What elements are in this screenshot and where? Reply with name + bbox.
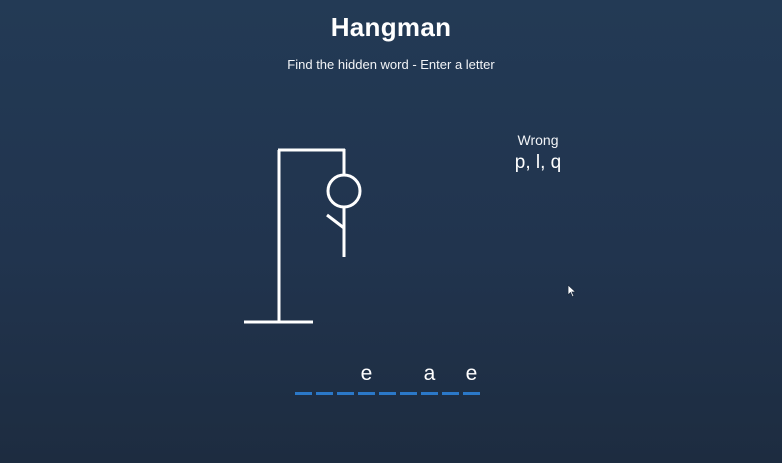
letter-slot-underline [463, 392, 480, 395]
letter-slot [294, 360, 315, 400]
hidden-word: eae [294, 360, 483, 400]
wrong-letters-panel: Wrong p, l, q [488, 132, 588, 174]
hangman-figure [244, 148, 362, 324]
letter-slot-underline [316, 392, 333, 395]
letter-slot-letter: e [360, 362, 373, 385]
hangman-left-arm [326, 213, 345, 230]
game-container: Hangman Find the hidden word - Enter a l… [0, 0, 782, 463]
letter-slot-underline [358, 392, 375, 395]
letter-slot-letter: e [465, 362, 478, 385]
letter-slot [399, 360, 420, 400]
wrong-letters-label: Wrong [517, 132, 559, 148]
hangman-head [326, 173, 362, 209]
letter-slot [441, 360, 462, 400]
letter-slot: e [462, 360, 483, 400]
letter-slot-underline [337, 392, 354, 395]
wrong-letters-list: p, l, q [514, 152, 562, 173]
letter-slot-underline [379, 392, 396, 395]
letter-slot [315, 360, 336, 400]
letter-slot-letter: a [423, 362, 436, 385]
letter-slot-underline [400, 392, 417, 395]
letter-slot-underline [442, 392, 459, 395]
game-instructions: Find the hidden word - Enter a letter [287, 57, 495, 72]
game-title: Hangman [330, 12, 452, 42]
letter-slot: a [420, 360, 441, 400]
letter-slot-underline [421, 392, 438, 395]
letter-slot-underline [295, 392, 312, 395]
letter-slot [336, 360, 357, 400]
letter-slot: e [357, 360, 378, 400]
letter-slot [378, 360, 399, 400]
mouse-cursor-icon [567, 284, 577, 298]
